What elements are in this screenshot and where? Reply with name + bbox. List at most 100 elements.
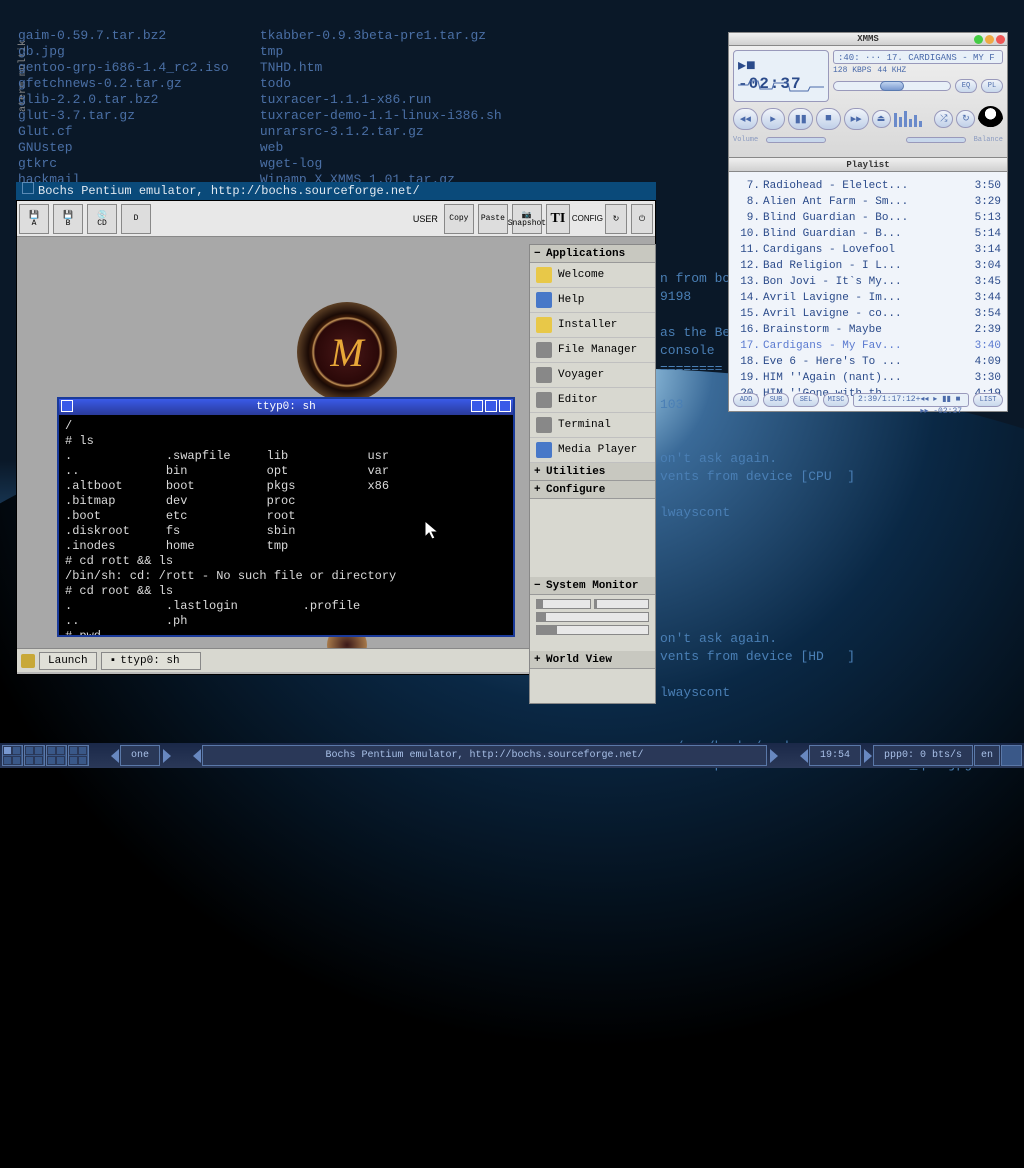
- xmms-next-button[interactable]: ▸▸: [844, 108, 869, 130]
- xmms-close-button[interactable]: [996, 35, 1005, 44]
- terminal-titlebar[interactable]: ttyp0: sh: [59, 399, 513, 415]
- xmms-seek-slider[interactable]: [833, 81, 951, 91]
- copy-button[interactable]: Copy: [444, 204, 474, 234]
- desktop-name[interactable]: one: [120, 745, 160, 766]
- playlist-misc-button[interactable]: MISC: [823, 393, 849, 407]
- shelf-header-worldview[interactable]: World View: [530, 651, 655, 669]
- taskbar-item-ttyp[interactable]: ▪ ttyp0: sh: [101, 652, 201, 670]
- tray-icon[interactable]: [1001, 745, 1022, 766]
- playlist-list-button[interactable]: LIST: [973, 393, 1003, 407]
- terminal-body[interactable]: / # ls . .swapfile lib usr .. bin opt va…: [59, 415, 513, 635]
- paste-button[interactable]: Paste: [478, 204, 508, 234]
- xmms-prev-button[interactable]: ◂◂: [733, 108, 758, 130]
- drive-b-button[interactable]: 💾B: [53, 204, 83, 234]
- window-manager-dock: one Bochs Pentium emulator, http://bochs…: [0, 743, 1024, 768]
- xmms-repeat-button[interactable]: ↻: [956, 110, 975, 128]
- balance-label: Balance: [974, 136, 1003, 144]
- task-prev-button[interactable]: [193, 749, 201, 763]
- shelf-header-utilities[interactable]: Utilities: [530, 463, 655, 481]
- shelf-item-voyager[interactable]: Voyager: [530, 363, 655, 388]
- playlist-sub-button[interactable]: SUB: [763, 393, 789, 407]
- xmms-eject-button[interactable]: ⏏: [872, 110, 891, 128]
- xmms-eq-button[interactable]: EQ: [955, 79, 977, 93]
- app-icon: [536, 442, 552, 458]
- waveform-icon: [738, 79, 824, 97]
- xmms-titlebar[interactable]: XMMS: [728, 32, 1008, 46]
- playlist-row[interactable]: 16.Brainstorm - Maybe2:39: [735, 322, 1001, 338]
- shelf-item-media-player[interactable]: Media Player: [530, 438, 655, 463]
- equalizer-bars-icon: [894, 109, 932, 129]
- power-button[interactable]: ⏻: [631, 204, 653, 234]
- terminal-min-button[interactable]: [471, 400, 483, 412]
- terminal-max-button[interactable]: [485, 400, 497, 412]
- playlist-row[interactable]: 19.HIM ''Again (nant)...3:30: [735, 370, 1001, 386]
- shelf-item-terminal[interactable]: Terminal: [530, 413, 655, 438]
- keyboard-layout[interactable]: en: [974, 745, 1000, 766]
- shelf-header-applications[interactable]: Applications: [530, 245, 655, 263]
- playlist-row[interactable]: 8.Alien Ant Farm - Sm...3:29: [735, 194, 1001, 210]
- playlist-row[interactable]: 13.Bon Jovi - It`s My...3:45: [735, 274, 1001, 290]
- drive-cd-button[interactable]: 💿CD: [87, 204, 117, 234]
- pager-1[interactable]: [2, 745, 23, 766]
- snapshot-button[interactable]: 📷Snapshot: [512, 204, 542, 234]
- shelf-header-configure[interactable]: Configure: [530, 481, 655, 499]
- drive-d-button[interactable]: D: [121, 204, 151, 234]
- active-window-title[interactable]: Bochs Pentium emulator, http://bochs.sou…: [202, 745, 767, 766]
- shelf-item-label: Terminal: [558, 419, 611, 431]
- xmms-pl-button[interactable]: PL: [981, 79, 1003, 93]
- task-next-button[interactable]: [770, 749, 778, 763]
- playlist-row[interactable]: 7.Radiohead - Elelect...3:50: [735, 178, 1001, 194]
- xmms-playlist-titlebar[interactable]: Playlist: [728, 158, 1008, 172]
- xmms-pause-button[interactable]: ▮▮: [788, 108, 813, 130]
- app-icon: [536, 392, 552, 408]
- app-icon: [536, 417, 552, 433]
- shelf-item-help[interactable]: Help: [530, 288, 655, 313]
- shelf-item-file-manager[interactable]: File Manager: [530, 338, 655, 363]
- xmms-shuffle-button[interactable]: ⤮: [934, 110, 953, 128]
- xmms-shade-button[interactable]: [985, 35, 994, 44]
- playlist-row[interactable]: 15.Avril Lavigne - co...3:54: [735, 306, 1001, 322]
- xmms-min-button[interactable]: [974, 35, 983, 44]
- reset-button[interactable]: ↻: [605, 204, 627, 234]
- network-status: ppp0: 0 bts/s: [873, 745, 973, 766]
- shelf-item-installer[interactable]: Installer: [530, 313, 655, 338]
- drive-a-button[interactable]: 💾A: [19, 204, 49, 234]
- playlist-sel-button[interactable]: SEL: [793, 393, 819, 407]
- playlist-add-button[interactable]: ADD: [733, 393, 759, 407]
- ti-button[interactable]: TI: [546, 204, 570, 234]
- os-medallion-logo: M: [297, 302, 397, 402]
- terminal-close-button[interactable]: [499, 400, 511, 412]
- bochs-titlebar[interactable]: Bochs Pentium emulator, http://bochs.sou…: [16, 182, 656, 200]
- playlist-row[interactable]: 18.Eve 6 - Here's To ...4:09: [735, 354, 1001, 370]
- system-monitor: [530, 595, 655, 639]
- app-icon: [536, 367, 552, 383]
- terminal-title: ttyp0: sh: [256, 401, 315, 413]
- playlist-row[interactable]: 9.Blind Guardian - Bo...5:13: [735, 210, 1001, 226]
- playlist-row[interactable]: 11.Cardigans - Lovefool3:14: [735, 242, 1001, 258]
- xmms-stop-button[interactable]: ■: [816, 108, 841, 130]
- playlist-row[interactable]: 12.Bad Religion - I L...3:04: [735, 258, 1001, 274]
- xmms-visualizer[interactable]: ▸■ -02:37: [733, 50, 829, 102]
- shelf-header-sysmon[interactable]: System Monitor: [530, 577, 655, 595]
- app-icon: [536, 267, 552, 283]
- playlist-status: 2:39/1:17:12+◂◂ ▸ ▮▮ ■ ▸▸ -02:37: [853, 393, 969, 407]
- app-icon: [536, 292, 552, 308]
- volume-slider[interactable]: [766, 137, 826, 143]
- playlist-row[interactable]: 10.Blind Guardian - B...5:14: [735, 226, 1001, 242]
- terminal-menu-button[interactable]: [61, 400, 73, 412]
- pager-4[interactable]: [68, 745, 89, 766]
- shelf-item-editor[interactable]: Editor: [530, 388, 655, 413]
- xmms-track-scroll[interactable]: :40: ··· 17. CARDIGANS - MY F: [833, 50, 1003, 64]
- playlist-row[interactable]: 14.Avril Lavigne - Im...3:44: [735, 290, 1001, 306]
- pager-3[interactable]: [46, 745, 67, 766]
- balance-slider[interactable]: [906, 137, 966, 143]
- playlist-row[interactable]: 17.Cardigans - My Fav...3:40: [735, 338, 1001, 354]
- dock-prev-button[interactable]: [111, 749, 119, 763]
- shelf-item-welcome[interactable]: Welcome: [530, 263, 655, 288]
- xmms-play-button[interactable]: ▸: [761, 108, 786, 130]
- launch-button[interactable]: Launch: [39, 652, 97, 670]
- app-icon: [536, 317, 552, 333]
- dock-next-button[interactable]: [163, 749, 171, 763]
- xmms-playlist: 7.Radiohead - Elelect...3:508.Alien Ant …: [728, 172, 1008, 412]
- pager-2[interactable]: [24, 745, 45, 766]
